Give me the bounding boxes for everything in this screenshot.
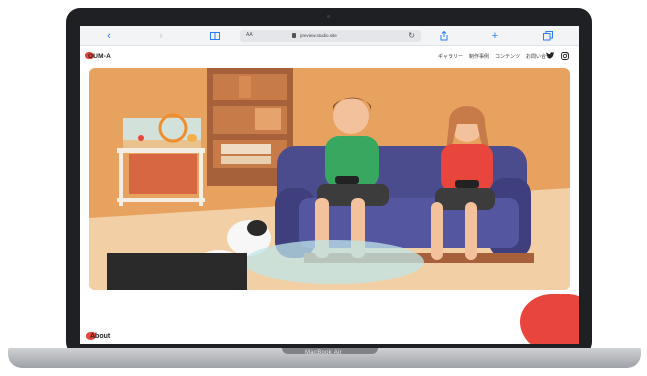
- browser-toolbar: ‹ › AA preview.studio.site ↻ +: [80, 26, 579, 46]
- boy: [333, 98, 369, 134]
- address-bar[interactable]: AA preview.studio.site ↻: [240, 30, 421, 42]
- site-header: OUM-A ギャラリー 制作事例 コンテンツ お問い合せ: [80, 46, 579, 68]
- decorative-blob: [520, 294, 579, 344]
- book-icon[interactable]: [208, 29, 222, 43]
- back-icon[interactable]: ‹: [102, 29, 116, 43]
- share-icon[interactable]: [437, 29, 451, 43]
- glass-table: [244, 240, 424, 284]
- lock-icon: [292, 33, 296, 38]
- site-logo[interactable]: OUM-A: [88, 53, 111, 60]
- nav-gallery[interactable]: ギャラリー: [438, 53, 463, 60]
- forward-icon[interactable]: ›: [154, 29, 168, 43]
- device-label: MacBook Air: [305, 350, 342, 356]
- tv: [107, 253, 247, 290]
- new-tab-icon[interactable]: +: [488, 29, 502, 43]
- reload-icon[interactable]: ↻: [408, 30, 415, 42]
- nav-contents[interactable]: コンテンツ: [495, 53, 520, 60]
- nav-works[interactable]: 制作事例: [469, 53, 489, 60]
- screen: ‹ › AA preview.studio.site ↻ + OUM-A ギャラ…: [80, 26, 579, 344]
- url-text[interactable]: preview.studio.site: [300, 33, 337, 38]
- instagram-icon[interactable]: [561, 52, 569, 63]
- rack: [117, 148, 205, 153]
- reader-aa-button[interactable]: AA: [246, 32, 253, 38]
- tabs-icon[interactable]: [541, 29, 555, 43]
- site-nav: ギャラリー 制作事例 コンテンツ お問い合せ: [438, 53, 551, 60]
- about-heading: About: [90, 333, 111, 340]
- hero-illustration: [89, 68, 570, 290]
- camera: [327, 15, 330, 18]
- twitter-icon[interactable]: [546, 52, 555, 63]
